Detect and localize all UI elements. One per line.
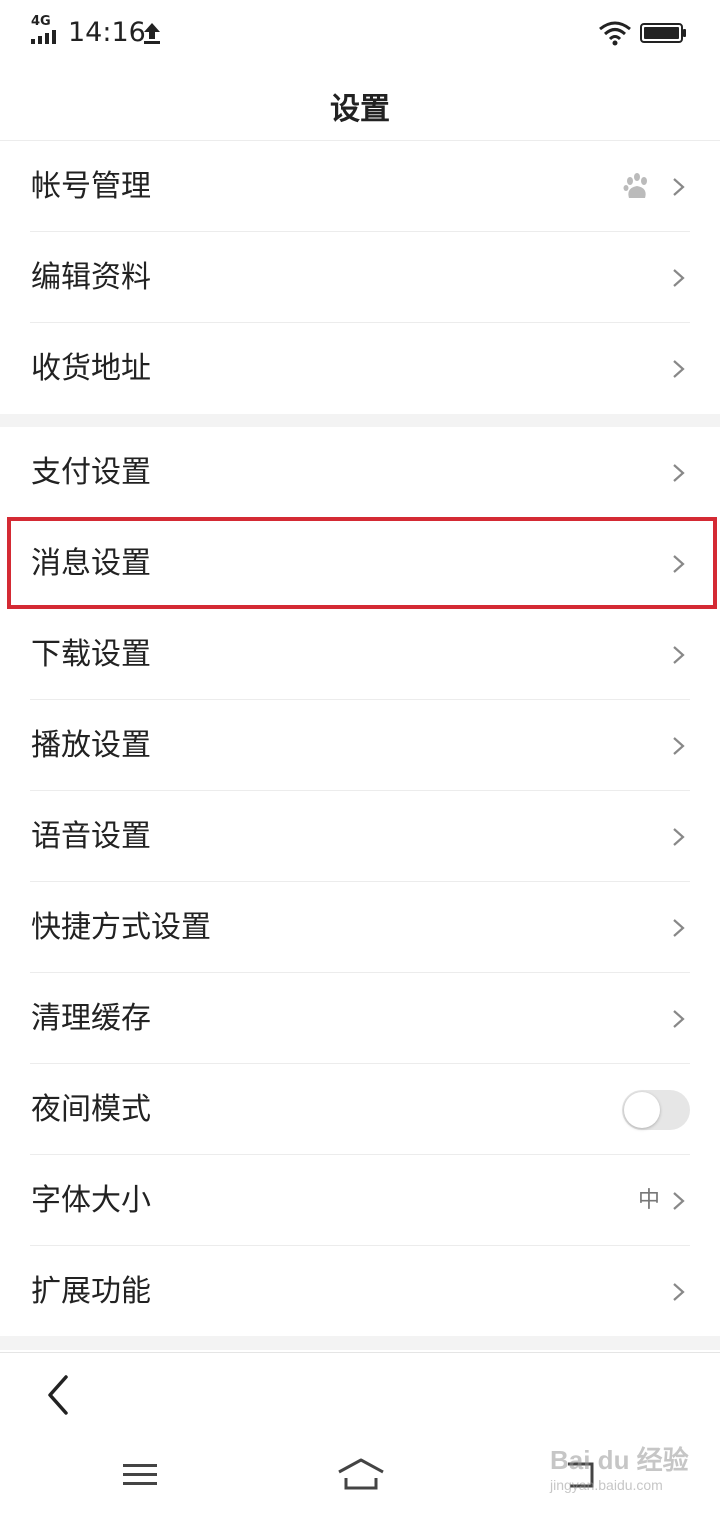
chevron-right-icon <box>673 1283 685 1301</box>
night-mode-toggle[interactable] <box>622 1090 690 1130</box>
chevron-right-icon <box>673 828 685 846</box>
baidu-paw-icon <box>623 173 647 198</box>
settings-item-clear-cache[interactable]: 清理缓存 <box>0 973 720 1064</box>
settings-item-voice[interactable]: 语音设置 <box>0 791 720 882</box>
back-button[interactable] <box>40 1373 80 1417</box>
settings-item-download[interactable]: 下载设置 <box>0 609 720 700</box>
settings-item-label: 扩展功能 <box>31 1274 151 1309</box>
home-icon[interactable] <box>336 1454 386 1494</box>
menu-icon[interactable] <box>122 1454 158 1494</box>
baidu-jingyan-watermark: Bai du 经验 jingyan.baidu.com <box>550 1440 700 1510</box>
settings-item-shortcuts[interactable]: 快捷方式设置 <box>0 882 720 973</box>
chevron-right-icon <box>673 737 685 755</box>
settings-item-label: 收货地址 <box>31 351 151 386</box>
settings-item-label: 帐号管理 <box>31 169 151 204</box>
settings-group-general: 支付设置 消息设置 下载设置 播放设置 语音设置 快捷方式设置 清理缓存 夜间模… <box>0 427 720 1337</box>
settings-item-label: 语音设置 <box>31 819 151 854</box>
chevron-right-icon <box>673 1010 685 1028</box>
settings-item-notifications[interactable]: 消息设置 <box>0 518 720 609</box>
settings-item-extensions[interactable]: 扩展功能 <box>0 1246 720 1337</box>
watermark-text: Bai du 经验 <box>550 1445 689 1475</box>
bottom-toolbar <box>0 1352 720 1433</box>
settings-item-label: 字体大小 <box>31 1183 151 1218</box>
chevron-right-icon <box>673 178 685 196</box>
settings-item-font-size[interactable]: 字体大小 中 <box>0 1155 720 1246</box>
chevron-right-icon <box>673 555 685 573</box>
settings-item-payment[interactable]: 支付设置 <box>0 427 720 518</box>
battery-icon <box>640 23 686 43</box>
settings-item-label: 下载设置 <box>31 637 151 672</box>
settings-item-playback[interactable]: 播放设置 <box>0 700 720 791</box>
settings-item-label: 快捷方式设置 <box>31 910 211 945</box>
settings-item-label: 支付设置 <box>31 455 151 490</box>
chevron-right-icon <box>673 646 685 664</box>
cellular-signal-icon: 4G <box>31 14 61 44</box>
status-time: 14:16 <box>68 17 146 48</box>
chevron-right-icon <box>673 269 685 287</box>
toggle-knob <box>624 1092 660 1128</box>
section-gap <box>0 1336 720 1350</box>
settings-item-label: 编辑资料 <box>31 260 151 295</box>
chevron-right-icon <box>673 464 685 482</box>
settings-item-edit-profile[interactable]: 编辑资料 <box>0 232 720 323</box>
network-type-label: 4G <box>31 14 51 29</box>
chevron-right-icon <box>673 919 685 937</box>
chevron-right-icon <box>673 360 685 378</box>
app-header: 设置 <box>0 66 720 141</box>
status-bar: 4G 14:16 <box>0 0 720 66</box>
wifi-icon <box>599 21 631 46</box>
watermark-subtext: jingyan.baidu.com <box>550 1477 663 1493</box>
settings-item-night-mode: 夜间模式 <box>0 1064 720 1155</box>
settings-item-label: 消息设置 <box>31 546 151 581</box>
settings-item-label: 清理缓存 <box>31 1001 151 1036</box>
section-gap <box>0 414 720 427</box>
font-size-value: 中 <box>637 1188 660 1213</box>
settings-item-label: 夜间模式 <box>31 1092 151 1127</box>
settings-group-account: 帐号管理 编辑资料 收货地址 <box>0 141 720 414</box>
chevron-right-icon <box>673 1192 685 1210</box>
settings-item-shipping-address[interactable]: 收货地址 <box>0 323 720 414</box>
upload-icon <box>144 23 160 44</box>
settings-item-account-management[interactable]: 帐号管理 <box>0 141 720 232</box>
settings-item-label: 播放设置 <box>31 728 151 763</box>
page-title: 设置 <box>330 92 390 127</box>
